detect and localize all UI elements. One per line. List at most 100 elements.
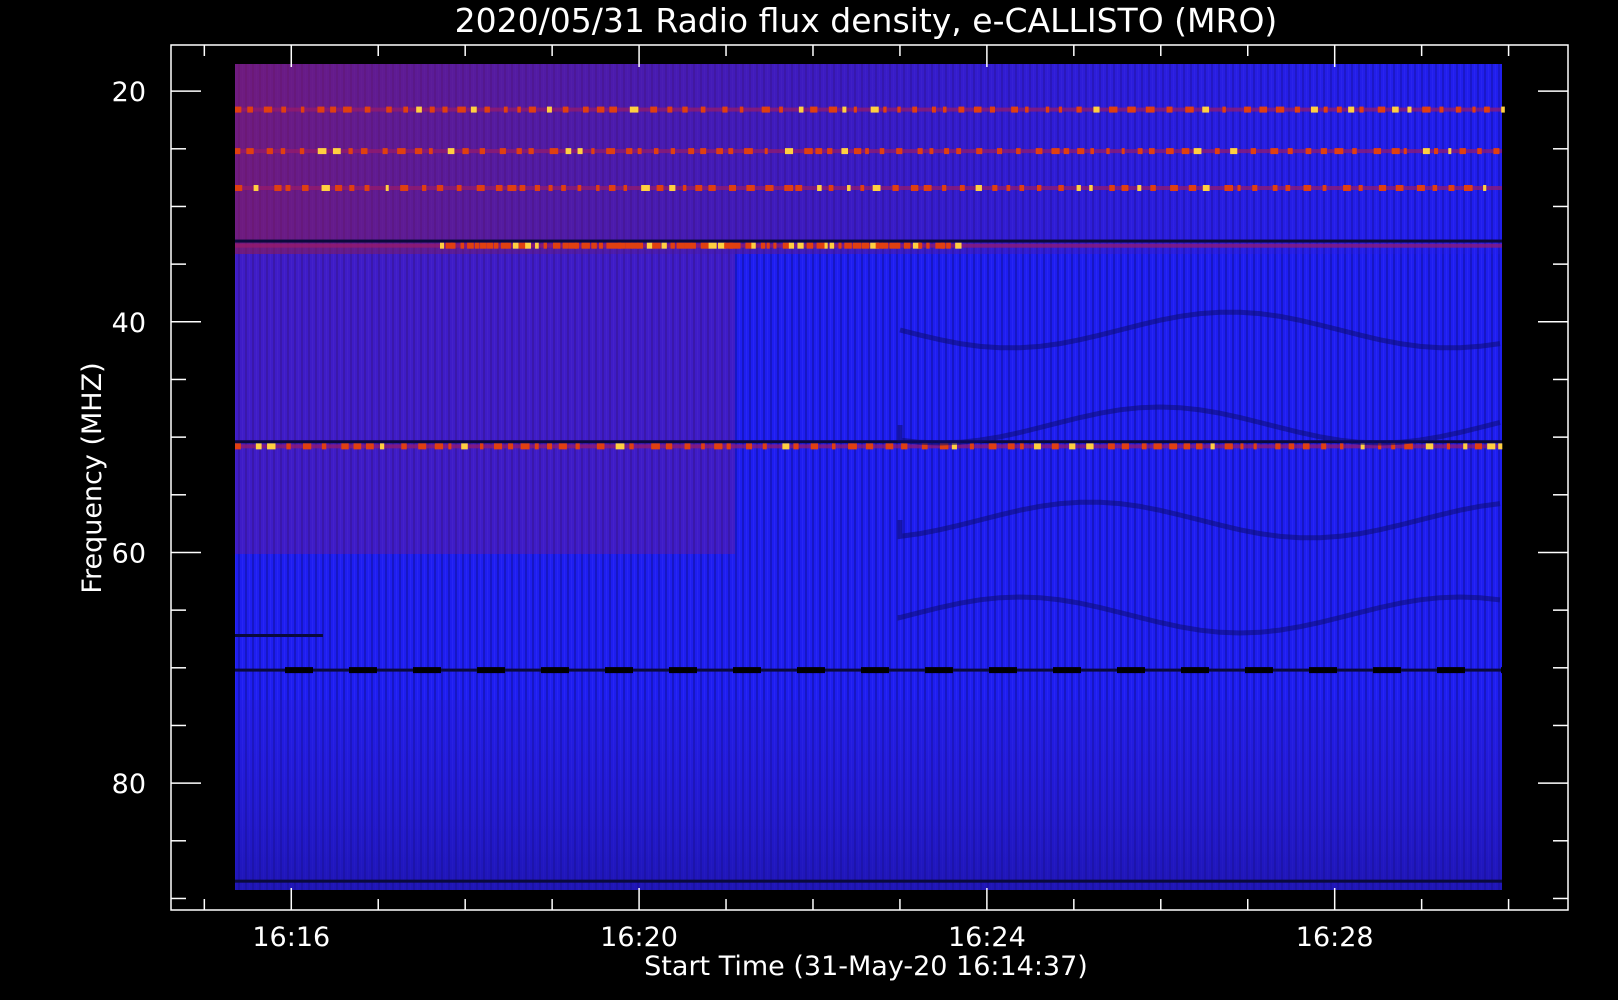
band-speckle bbox=[1323, 106, 1328, 113]
band-speckle bbox=[1336, 106, 1342, 113]
band-speckle bbox=[1434, 148, 1439, 155]
band-speckle bbox=[1020, 443, 1024, 450]
band-speckle bbox=[1310, 106, 1318, 113]
band-speckle bbox=[1016, 148, 1021, 155]
band-speckle bbox=[1121, 148, 1125, 155]
band-speckle bbox=[651, 443, 660, 450]
band-speckle bbox=[1463, 185, 1473, 192]
band-speckle bbox=[670, 242, 675, 249]
band-speckle bbox=[1352, 148, 1357, 155]
band-speckle bbox=[332, 148, 341, 155]
band-speckle bbox=[841, 148, 849, 155]
band-speckle bbox=[235, 148, 241, 155]
band-speckle bbox=[1193, 148, 1202, 155]
band-speckle bbox=[546, 106, 552, 113]
band-speckle bbox=[348, 148, 353, 155]
band-speckle bbox=[457, 106, 466, 113]
y-tick-label: 80 bbox=[112, 769, 146, 800]
band-speckle bbox=[773, 242, 777, 249]
band-speckle bbox=[1395, 185, 1404, 192]
band-speckle bbox=[1358, 185, 1363, 192]
band-speckle bbox=[828, 185, 834, 192]
band-speckle bbox=[606, 148, 616, 155]
band-speckle bbox=[695, 185, 703, 192]
band-speckle bbox=[1334, 148, 1344, 155]
band-speckle bbox=[414, 148, 423, 155]
band-speckle bbox=[629, 443, 634, 450]
band-speckle bbox=[684, 242, 693, 249]
band-speckle bbox=[716, 148, 723, 155]
band-speckle bbox=[1285, 185, 1291, 192]
band-speckle bbox=[942, 185, 947, 192]
band-speckle bbox=[1222, 106, 1226, 113]
band-speckle bbox=[467, 242, 474, 249]
band-speckle bbox=[447, 148, 455, 155]
band-speckle bbox=[1321, 443, 1327, 450]
band-speckle bbox=[1035, 148, 1043, 155]
y-tick-label: 20 bbox=[112, 77, 146, 108]
band-speckle bbox=[476, 185, 485, 192]
band-speckle bbox=[1076, 185, 1081, 192]
band-speckle bbox=[235, 443, 241, 450]
band-speckle bbox=[400, 185, 409, 192]
band-speckle bbox=[321, 185, 330, 192]
band-speckle bbox=[959, 185, 965, 192]
band-speckle bbox=[746, 443, 753, 450]
band-speckle bbox=[1501, 106, 1505, 113]
band-speckle bbox=[1109, 106, 1118, 113]
band-speckle bbox=[1404, 443, 1413, 450]
band-speckle bbox=[596, 106, 605, 113]
band-speckle bbox=[235, 185, 243, 192]
band-speckle bbox=[235, 106, 242, 113]
band-speckle bbox=[553, 242, 561, 249]
spectrogram-chart: 2020/05/31 Radio flux density, e-CALLIST… bbox=[77, 1, 1569, 982]
band-speckle bbox=[1343, 185, 1351, 192]
plot-area bbox=[235, 64, 1529, 890]
band-speckle bbox=[516, 148, 522, 155]
band-speckle bbox=[547, 443, 552, 450]
dark-band-segment bbox=[1501, 667, 1529, 674]
band-speckle bbox=[1422, 148, 1430, 155]
dark-band-segment bbox=[349, 667, 377, 674]
band-speckle bbox=[486, 242, 494, 249]
band-speckle bbox=[517, 106, 521, 113]
band-speckle bbox=[751, 242, 756, 249]
band-speckle bbox=[883, 106, 887, 113]
band-speckle bbox=[1121, 185, 1129, 192]
band-speckle bbox=[669, 185, 676, 192]
band-speckle bbox=[701, 443, 705, 450]
band-speckle bbox=[403, 106, 408, 113]
band-speckle bbox=[784, 148, 794, 155]
band-speckle bbox=[543, 242, 547, 249]
band-speckle bbox=[1137, 185, 1142, 192]
band-speckle bbox=[838, 242, 842, 249]
band-speckle bbox=[253, 185, 259, 192]
band-speckle bbox=[700, 242, 709, 249]
band-speckle bbox=[714, 443, 723, 450]
band-speckle bbox=[380, 443, 385, 450]
band-speckle bbox=[764, 148, 768, 155]
band-speckle bbox=[806, 242, 814, 249]
band-speckle bbox=[931, 106, 936, 113]
band-speckle bbox=[386, 106, 392, 113]
band-speckle bbox=[944, 148, 950, 155]
dark-band-segment bbox=[925, 667, 953, 674]
band-speckle bbox=[317, 148, 327, 155]
band-speckle bbox=[989, 106, 995, 113]
band-speckle bbox=[1202, 106, 1210, 113]
band-speckle bbox=[366, 443, 374, 450]
band-speckle bbox=[267, 443, 276, 450]
band-speckle bbox=[615, 443, 625, 450]
band-speckle bbox=[549, 148, 559, 155]
band-speckle bbox=[854, 148, 862, 155]
band-speckle bbox=[1145, 106, 1155, 113]
band-speckle bbox=[1287, 148, 1293, 155]
band-speckle bbox=[479, 443, 484, 450]
band-speckle bbox=[495, 185, 503, 192]
band-speckle bbox=[1240, 443, 1244, 450]
dark-band-segment bbox=[797, 667, 825, 674]
band-speckle bbox=[1477, 148, 1482, 155]
band-speckle bbox=[1051, 148, 1060, 155]
dark-band-segment bbox=[285, 667, 313, 674]
band-speckle bbox=[561, 185, 566, 192]
